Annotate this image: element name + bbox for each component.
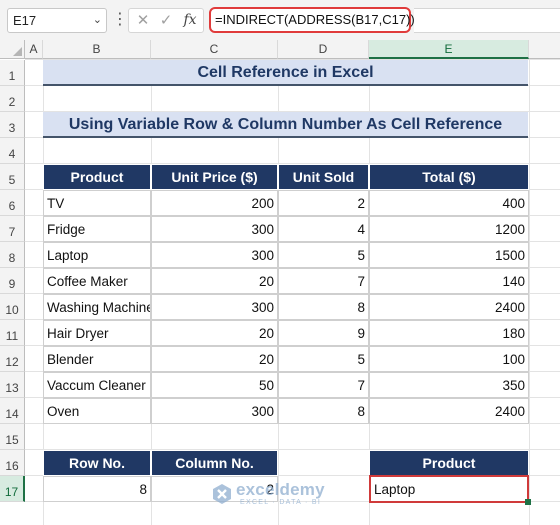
table-cell[interactable]: Vaccum Cleaner xyxy=(43,372,151,398)
table-cell[interactable]: Hair Dryer xyxy=(43,320,151,346)
table-cell[interactable]: Washing Machine xyxy=(43,294,151,320)
name-box-value: E17 xyxy=(13,13,37,28)
row-header-15[interactable]: 15 xyxy=(0,424,25,450)
table-cell[interactable]: 300 xyxy=(151,216,278,242)
row-header-10[interactable]: 10 xyxy=(0,294,25,320)
formula-input-extension[interactable] xyxy=(414,8,560,33)
table-cell[interactable]: 200 xyxy=(151,190,278,216)
table-cell[interactable]: 180 xyxy=(369,320,529,346)
row-header-7[interactable]: 7 xyxy=(0,216,25,242)
table-cell[interactable]: Blender xyxy=(43,346,151,372)
table-cell[interactable]: 1200 xyxy=(369,216,529,242)
table-cell[interactable]: 140 xyxy=(369,268,529,294)
column-header-e[interactable]: E xyxy=(369,40,529,59)
cancel-icon[interactable]: ✕ xyxy=(132,9,154,32)
row-header-9[interactable]: 9 xyxy=(0,268,25,294)
table-cell[interactable]: Laptop xyxy=(43,242,151,268)
table-cell[interactable]: Coffee Maker xyxy=(43,268,151,294)
row-header-17[interactable]: 17 xyxy=(0,476,25,502)
table-cell[interactable]: 20 xyxy=(151,346,278,372)
row-header-3[interactable]: 3 xyxy=(0,112,25,138)
table-cell[interactable]: 2400 xyxy=(369,398,529,424)
table-cell[interactable]: 8 xyxy=(278,294,369,320)
row-no-cell[interactable]: 8 xyxy=(43,476,151,502)
row-header-11[interactable]: 11 xyxy=(0,320,25,346)
table-cell[interactable]: 5 xyxy=(278,242,369,268)
table-cell[interactable]: 7 xyxy=(278,372,369,398)
table-header-unit-price: Unit Price ($) xyxy=(151,164,278,190)
row-header-1[interactable]: 1 xyxy=(0,60,25,86)
table-cell[interactable]: 8 xyxy=(278,398,369,424)
fill-handle[interactable] xyxy=(525,499,531,505)
table-header-product: Product xyxy=(43,164,151,190)
column-no-header: Column No. xyxy=(151,450,278,476)
table-cell[interactable]: 300 xyxy=(151,294,278,320)
select-all-button[interactable] xyxy=(0,40,25,59)
column-header-c[interactable]: C xyxy=(151,40,278,59)
table-cell[interactable]: 1500 xyxy=(369,242,529,268)
enter-check-icon[interactable]: ✓ xyxy=(155,9,177,32)
table-header-unit-sold: Unit Sold xyxy=(278,164,369,190)
table-cell[interactable]: 5 xyxy=(278,346,369,372)
table-cell[interactable]: Oven xyxy=(43,398,151,424)
row-header-5[interactable]: 5 xyxy=(0,164,25,190)
watermark-brand: exceldemy xyxy=(236,480,325,499)
table-header-total: Total ($) xyxy=(369,164,529,190)
table-cell[interactable]: 350 xyxy=(369,372,529,398)
table-cell[interactable]: 7 xyxy=(278,268,369,294)
grid-line-vertical xyxy=(529,59,530,525)
table-cell[interactable]: 300 xyxy=(151,242,278,268)
result-cell[interactable]: Laptop xyxy=(369,475,529,503)
table-cell[interactable]: 400 xyxy=(369,190,529,216)
row-header-2[interactable]: 2 xyxy=(0,86,25,112)
table-cell[interactable]: 9 xyxy=(278,320,369,346)
formula-input[interactable]: =INDIRECT(ADDRESS(B17,C17)) xyxy=(209,7,415,33)
row-header-8[interactable]: 8 xyxy=(0,242,25,268)
table-cell[interactable]: 2 xyxy=(278,190,369,216)
table-cell[interactable]: 20 xyxy=(151,268,278,294)
row-header-13[interactable]: 13 xyxy=(0,372,25,398)
table-cell[interactable]: 100 xyxy=(369,346,529,372)
row-header-16[interactable]: 16 xyxy=(0,450,25,476)
more-options-icon[interactable]: ⋮ xyxy=(112,8,128,33)
name-box[interactable]: E17 ⌄ xyxy=(7,8,107,33)
column-header-a[interactable]: A xyxy=(25,40,43,59)
column-header-d[interactable]: D xyxy=(278,40,369,59)
table-cell[interactable]: 300 xyxy=(151,398,278,424)
result-product-header: Product xyxy=(369,450,529,476)
row-header-4[interactable]: 4 xyxy=(0,138,25,164)
chevron-down-icon[interactable]: ⌄ xyxy=(93,9,102,32)
row-no-header: Row No. xyxy=(43,450,151,476)
sheet-subtitle: Using Variable Row & Column Number As Ce… xyxy=(43,112,528,138)
table-cell[interactable]: Fridge xyxy=(43,216,151,242)
table-cell[interactable]: 4 xyxy=(278,216,369,242)
row-header-6[interactable]: 6 xyxy=(0,190,25,216)
table-cell[interactable]: 20 xyxy=(151,320,278,346)
watermark: exceldemy EXCEL · DATA · BI xyxy=(210,479,360,511)
table-cell[interactable]: 2400 xyxy=(369,294,529,320)
column-header-b[interactable]: B xyxy=(43,40,151,59)
watermark-tagline: EXCEL · DATA · BI xyxy=(240,499,322,506)
sheet-title: Cell Reference in Excel xyxy=(43,60,528,86)
row-header-14[interactable]: 14 xyxy=(0,398,25,424)
table-cell[interactable]: TV xyxy=(43,190,151,216)
insert-function-icon[interactable]: fx xyxy=(179,9,201,32)
exceldemy-logo-icon xyxy=(213,484,231,504)
column-header-f[interactable] xyxy=(529,40,560,59)
formula-buttons: ✕ ✓ fx xyxy=(128,8,204,33)
table-cell[interactable]: 50 xyxy=(151,372,278,398)
row-header-12[interactable]: 12 xyxy=(0,346,25,372)
